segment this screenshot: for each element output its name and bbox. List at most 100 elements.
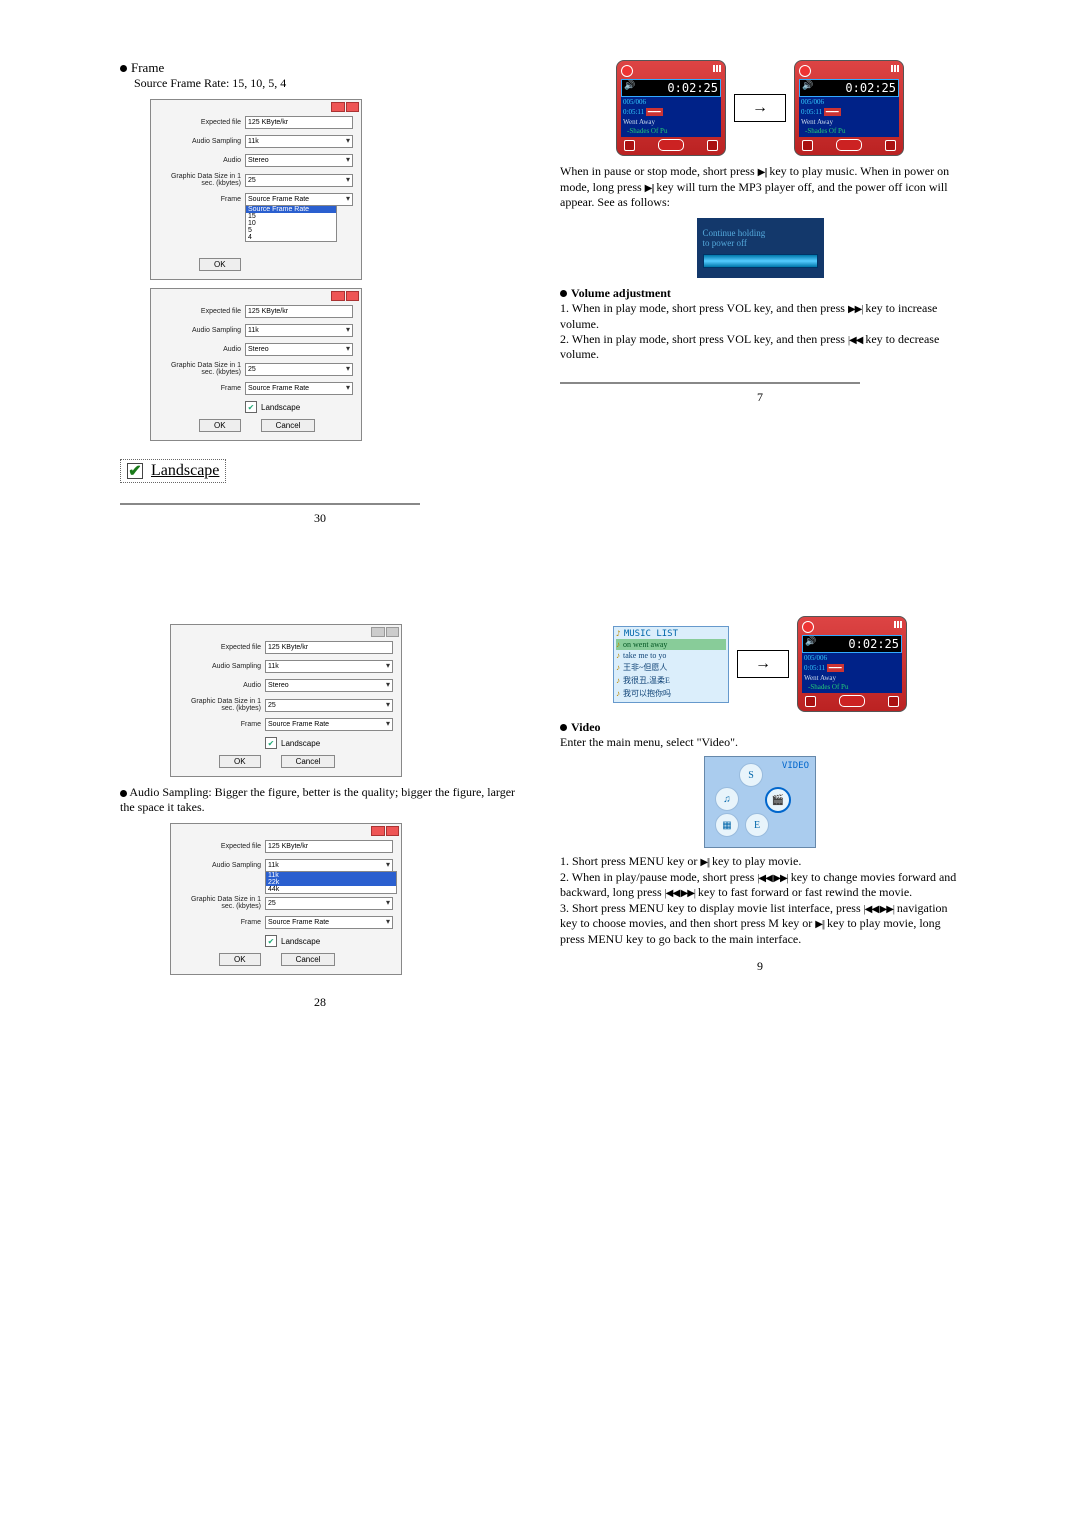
- ebook-icon: E: [745, 813, 769, 837]
- page-number-30: 30: [120, 511, 520, 526]
- audio-sampling-paragraph: Audio Sampling: Bigger the figure, bette…: [120, 785, 520, 815]
- page-number-7: 7: [560, 390, 960, 405]
- player-time: 0:02:25: [845, 81, 896, 95]
- checkbox-icon: ✔: [265, 935, 277, 947]
- video-step-3: 3. Short press MENU key to display movie…: [560, 901, 960, 947]
- page-number-28: 28: [120, 995, 520, 1010]
- poweroff-progress: [703, 254, 818, 268]
- minimize-icon[interactable]: [331, 291, 345, 301]
- video-heading: Video: [560, 720, 960, 735]
- landscape-checkbox[interactable]: ✔Landscape: [265, 737, 320, 749]
- page-9: ♪MUSIC LIST ♪on went away ♪take me to yo…: [560, 616, 960, 1010]
- settings-dialog-2: Expected file 125 KByte/kr Audio Samplin…: [150, 288, 362, 441]
- graphic-select[interactable]: 25: [245, 174, 353, 187]
- settings-dialog-1: Expected file 125 KByte/kr Audio Samplin…: [150, 99, 362, 280]
- audio-sampling-select[interactable]: 11k: [265, 660, 393, 673]
- page-number-9: 9: [560, 959, 960, 974]
- audio-select[interactable]: Stereo: [245, 154, 353, 167]
- next-icon: ▶▶|: [848, 304, 862, 315]
- cancel-button[interactable]: Cancel: [261, 419, 316, 432]
- label-frame: Frame: [159, 385, 241, 392]
- dialog-close-buttons[interactable]: [331, 102, 359, 112]
- frame-select[interactable]: Source Frame Rate: [265, 916, 393, 929]
- speaker-icon: 🔊: [624, 81, 635, 91]
- dialog-close-buttons[interactable]: [371, 627, 399, 637]
- audio-select[interactable]: Stereo: [245, 343, 353, 356]
- landscape-checkbox[interactable]: ✔ Landscape: [245, 401, 300, 413]
- dialog-close-buttons[interactable]: [371, 826, 399, 836]
- play-button-icon: [658, 139, 684, 151]
- landscape-label: Landscape: [261, 403, 300, 412]
- frame-rate-line: Source Frame Rate: 15, 10, 5, 4: [134, 76, 520, 91]
- music-list-screenshot: ♪MUSIC LIST ♪on went away ♪take me to yo…: [613, 626, 729, 703]
- landscape-checkbox-enlarged[interactable]: ✔ Landscape: [120, 459, 226, 483]
- expected-file-field[interactable]: 125 KByte/kr: [265, 641, 393, 654]
- frame-dropdown-open[interactable]: Source Frame Rate 15 10 5 4: [245, 205, 337, 242]
- frame-option-4[interactable]: 4: [246, 234, 336, 241]
- frame-heading-text: Frame: [131, 60, 164, 76]
- frame-option-2[interactable]: 10: [246, 220, 336, 227]
- note-icon: ♪: [616, 629, 621, 638]
- ok-button[interactable]: OK: [199, 419, 241, 432]
- settings-icon: S: [739, 763, 763, 787]
- label-frame: Frame: [159, 196, 241, 203]
- audio-sampling-dropdown-open[interactable]: 11k 22k 44k: [265, 871, 397, 894]
- player-title: Went Away: [621, 117, 721, 127]
- expected-file-field[interactable]: 125 KByte/kr: [245, 116, 353, 129]
- volume-step-2: 2. When in play mode, short press VOL ke…: [560, 332, 960, 363]
- close-icon[interactable]: [346, 102, 360, 112]
- page-pair-top: Frame Source Frame Rate: 15, 10, 5, 4 Ex…: [120, 60, 960, 526]
- frame-option-3[interactable]: 5: [246, 227, 336, 234]
- frame-option-1[interactable]: 15: [246, 213, 336, 220]
- arrow-right-icon: →: [734, 94, 786, 122]
- frame-option-0[interactable]: Source Frame Rate: [246, 206, 336, 213]
- audio-sampling-select[interactable]: 11k: [245, 135, 353, 148]
- landscape-label-big: Landscape: [151, 462, 219, 480]
- dialog-close-buttons-2[interactable]: [331, 291, 359, 301]
- play-pause-icon: ▶||: [815, 919, 824, 930]
- play-pause-icon: ▶||: [700, 857, 709, 868]
- minimize-icon[interactable]: [331, 102, 345, 112]
- landscape-checkbox[interactable]: ✔ Landscape: [265, 935, 320, 947]
- expected-file-field[interactable]: 125 KByte/kr: [265, 840, 393, 853]
- note-icon: ♪: [616, 651, 620, 660]
- sampling-option-2[interactable]: 44k: [266, 886, 396, 893]
- audio-select[interactable]: Stereo: [265, 679, 393, 692]
- sampling-option-0[interactable]: 11k: [266, 872, 396, 879]
- close-icon[interactable]: [386, 826, 400, 836]
- cancel-button[interactable]: Cancel: [281, 755, 336, 768]
- cancel-button[interactable]: Cancel: [281, 953, 336, 966]
- audio-sampling-select[interactable]: 11k: [245, 324, 353, 337]
- player-title: Went Away: [802, 673, 902, 683]
- label-graphic: Graphic Data Size in 1 sec. (kbytes): [159, 362, 241, 376]
- expected-file-field[interactable]: 125 KByte/kr: [245, 305, 353, 318]
- sampling-option-1[interactable]: 22k: [266, 879, 396, 886]
- graphic-select[interactable]: 25: [265, 897, 393, 910]
- frame-select[interactable]: Source Frame Rate: [265, 718, 393, 731]
- settings-dialog-4: Expected file125 KByte/kr Audio Sampling…: [170, 823, 402, 975]
- checkbox-icon: ✔: [127, 463, 143, 479]
- page-pair-bottom: Expected file125 KByte/kr Audio Sampling…: [120, 616, 960, 1010]
- ok-button[interactable]: OK: [219, 953, 261, 966]
- graphic-select[interactable]: 25: [245, 363, 353, 376]
- music-icon: ♫: [715, 787, 739, 811]
- page-7: 🔊0:02:25 005/006 0:05:11 ━━━ Went Away -…: [560, 60, 960, 526]
- ok-button[interactable]: OK: [199, 258, 241, 271]
- video-heading-text: Video: [571, 720, 601, 735]
- close-icon[interactable]: [386, 627, 400, 637]
- minimize-icon[interactable]: [371, 826, 385, 836]
- list-item: ♪on went away: [616, 639, 726, 650]
- player-time: 0:02:25: [667, 81, 718, 95]
- landscape-label: Landscape: [281, 937, 320, 946]
- ok-button[interactable]: OK: [219, 755, 261, 768]
- close-icon[interactable]: [346, 291, 360, 301]
- label-audio-sampling: Audio Sampling: [159, 327, 241, 334]
- page-divider: [560, 382, 860, 384]
- repeat-icon: [805, 696, 816, 707]
- frame-select[interactable]: Source Frame Rate: [245, 382, 353, 395]
- minimize-icon[interactable]: [371, 627, 385, 637]
- graphic-select[interactable]: 25: [265, 699, 393, 712]
- player-screenshot: 🔊0:02:25 005/006 0:05:11 ━━━ Went Away -…: [797, 616, 907, 712]
- volume-heading: Volume adjustment: [560, 286, 960, 301]
- label-audio: Audio: [179, 682, 261, 689]
